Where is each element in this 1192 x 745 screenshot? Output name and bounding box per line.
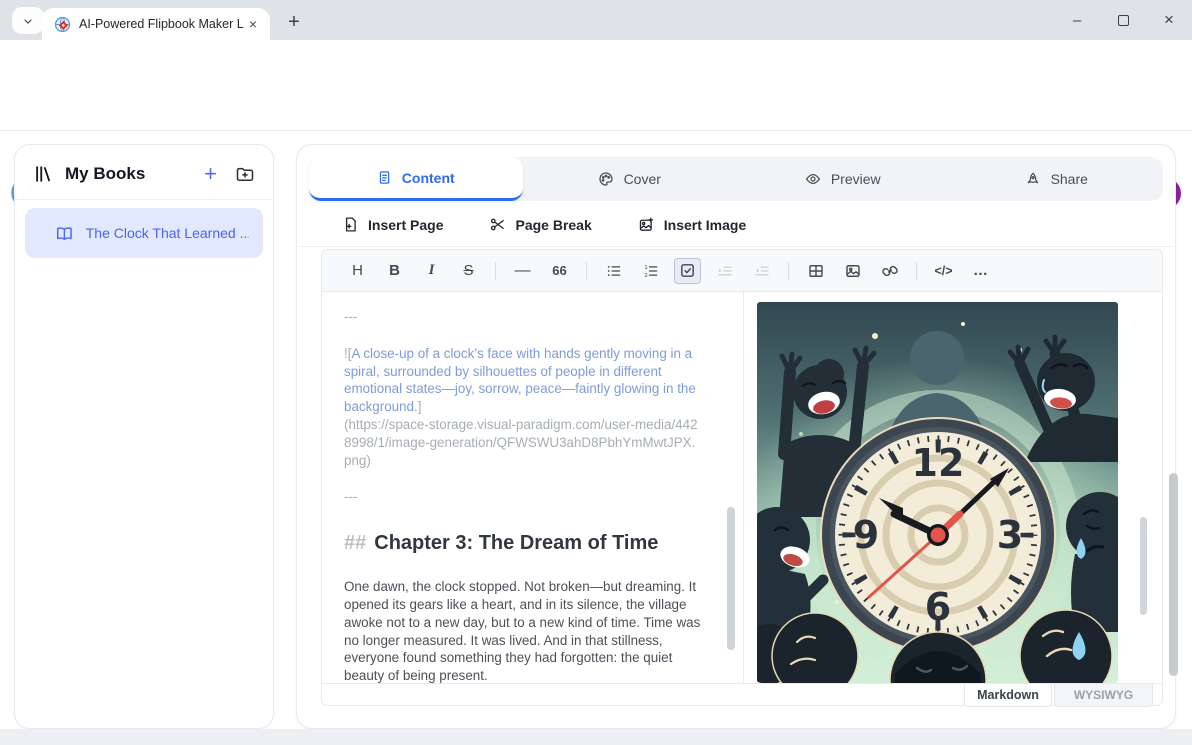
book-title: The Clock That Learned ... bbox=[86, 225, 249, 241]
new-tab-button[interactable]: + bbox=[280, 8, 308, 36]
bullet-list-icon bbox=[605, 262, 623, 280]
scissors-icon bbox=[489, 216, 506, 233]
indent-icon bbox=[716, 262, 734, 280]
new-folder-button[interactable] bbox=[235, 164, 255, 184]
link-icon bbox=[881, 262, 899, 280]
editor-split: --- ![A close-up of a clock’s face with … bbox=[322, 292, 1162, 683]
code-button[interactable]: </> bbox=[930, 258, 957, 284]
markdown-image-block: ![A close-up of a clock’s face with hand… bbox=[344, 345, 702, 470]
image-alt-text: A close-up of a clock’s face with hands … bbox=[344, 346, 696, 414]
add-book-button[interactable]: + bbox=[196, 163, 225, 185]
sidebar-item-book[interactable]: The Clock That Learned ... bbox=[25, 208, 263, 258]
maximize-icon bbox=[1118, 15, 1129, 26]
tab-title: AI-Powered Flipbook Maker Lite bbox=[79, 17, 244, 31]
insert-page-button[interactable]: Insert Page bbox=[342, 216, 443, 233]
markdown-hr: --- bbox=[344, 308, 703, 326]
svg-text:1: 1 bbox=[644, 264, 648, 270]
blockquote-button[interactable]: 66 bbox=[546, 258, 573, 284]
svg-text:2: 2 bbox=[644, 273, 648, 279]
svg-text:6: 6 bbox=[925, 585, 951, 629]
table-icon bbox=[807, 262, 825, 280]
browser-window: AI-Powered Flipbook Maker Lite × + – × ←… bbox=[0, 0, 1192, 745]
sidebar-divider bbox=[15, 199, 273, 200]
folder-plus-icon bbox=[235, 164, 255, 184]
format-toolbar: H B I S — 66 12 bbox=[322, 250, 1162, 292]
image-preview: 12 3 6 9 bbox=[757, 302, 1118, 683]
app-header: AI Flipbook Maker Lite Powered by Visual… bbox=[0, 85, 1192, 131]
bullet-list-button[interactable] bbox=[600, 258, 627, 284]
markdown-text-area[interactable]: --- ![A close-up of a clock’s face with … bbox=[322, 292, 743, 683]
page-break-button[interactable]: Page Break bbox=[489, 216, 591, 233]
toolbar-separator bbox=[788, 262, 789, 280]
more-options-button[interactable]: … bbox=[967, 258, 994, 284]
browser-toolbar: ← → ai-toolbox.visual-paradigm.com/app/a… bbox=[0, 40, 1192, 85]
markdown-editor: H B I S — 66 12 bbox=[321, 249, 1163, 706]
editor-scrollbar-thumb[interactable] bbox=[727, 507, 735, 650]
sidebar-header: My Books + bbox=[15, 145, 273, 199]
tab-content[interactable]: Content bbox=[309, 157, 523, 201]
editor-divider bbox=[743, 292, 744, 683]
tab-preview[interactable]: Preview bbox=[736, 157, 950, 201]
my-books-sidebar: My Books + The Clock That Learned ... bbox=[14, 144, 274, 729]
link-button[interactable] bbox=[876, 258, 903, 284]
sidebar-title: My Books bbox=[65, 164, 186, 184]
window-maximize-button[interactable] bbox=[1100, 0, 1146, 40]
markdown-hr: --- bbox=[344, 488, 703, 506]
rocket-icon bbox=[1025, 171, 1041, 187]
document-icon bbox=[377, 170, 392, 185]
markdown-mode-button[interactable]: Markdown bbox=[964, 684, 1052, 707]
tab-close-icon[interactable]: × bbox=[244, 15, 262, 33]
favicon-visual-paradigm bbox=[54, 16, 71, 33]
toolbar-separator bbox=[495, 262, 496, 280]
svg-text:12: 12 bbox=[912, 441, 965, 485]
checkbox-checked-icon bbox=[679, 262, 696, 279]
table-button[interactable] bbox=[802, 258, 829, 284]
tab-share[interactable]: Share bbox=[950, 157, 1164, 201]
heading-button[interactable]: H bbox=[344, 258, 371, 284]
insert-image-button[interactable]: Insert Image bbox=[638, 216, 746, 233]
chevron-down-icon bbox=[22, 15, 34, 27]
tab-cover[interactable]: Cover bbox=[523, 157, 737, 201]
outdent-icon bbox=[753, 262, 771, 280]
editor-mode-bar: Markdown WYSIWYG bbox=[322, 683, 1162, 706]
ordered-list-icon: 12 bbox=[642, 262, 660, 280]
image-plus-icon bbox=[638, 216, 655, 233]
bold-button[interactable]: B bbox=[381, 258, 408, 284]
chapter-paragraph: One dawn, the clock stopped. Not broken—… bbox=[344, 578, 704, 683]
horizontal-rule-button[interactable]: — bbox=[509, 258, 536, 284]
image-url-text: (https://space-storage.visual-paradigm.c… bbox=[344, 417, 698, 468]
browser-tab[interactable]: AI-Powered Flipbook Maker Lite × bbox=[42, 8, 270, 40]
eye-icon bbox=[805, 171, 821, 187]
tab-search-button[interactable] bbox=[12, 7, 44, 34]
italic-button[interactable]: I bbox=[418, 258, 445, 284]
strikethrough-button[interactable]: S bbox=[455, 258, 482, 284]
insert-toolbar: Insert Page Page Break Insert Image bbox=[298, 203, 1174, 247]
outdent-button[interactable] bbox=[748, 258, 775, 284]
chapter-heading: ##Chapter 3: The Dream of Time bbox=[344, 530, 703, 557]
preview-scrollbar-thumb[interactable] bbox=[1140, 517, 1147, 615]
image-button[interactable] bbox=[839, 258, 866, 284]
wysiwyg-mode-button[interactable]: WYSIWYG bbox=[1054, 684, 1153, 707]
toolbar-separator bbox=[586, 262, 587, 280]
ordered-list-button[interactable]: 12 bbox=[637, 258, 664, 284]
view-tabbar: Content Cover Preview Share bbox=[309, 157, 1163, 201]
svg-text:3: 3 bbox=[997, 513, 1023, 557]
svg-text:9: 9 bbox=[853, 513, 879, 557]
generated-clock-illustration: 12 3 6 9 bbox=[757, 302, 1118, 683]
toolbar-separator bbox=[916, 262, 917, 280]
library-icon bbox=[33, 163, 55, 185]
window-minimize-button[interactable]: – bbox=[1054, 0, 1100, 40]
indent-button[interactable] bbox=[711, 258, 738, 284]
browser-tab-strip: AI-Powered Flipbook Maker Lite × + – × bbox=[0, 0, 1192, 40]
task-list-button[interactable] bbox=[674, 258, 701, 284]
page-scrollbar-thumb[interactable] bbox=[1169, 473, 1178, 676]
window-close-button[interactable]: × bbox=[1146, 0, 1192, 40]
book-open-icon bbox=[55, 224, 74, 243]
file-plus-icon bbox=[342, 216, 359, 233]
editor-panel: Content Cover Preview Share Insert Page bbox=[296, 144, 1176, 729]
page-bottom-strip bbox=[0, 729, 1192, 745]
image-icon bbox=[844, 262, 862, 280]
palette-icon bbox=[598, 171, 614, 187]
